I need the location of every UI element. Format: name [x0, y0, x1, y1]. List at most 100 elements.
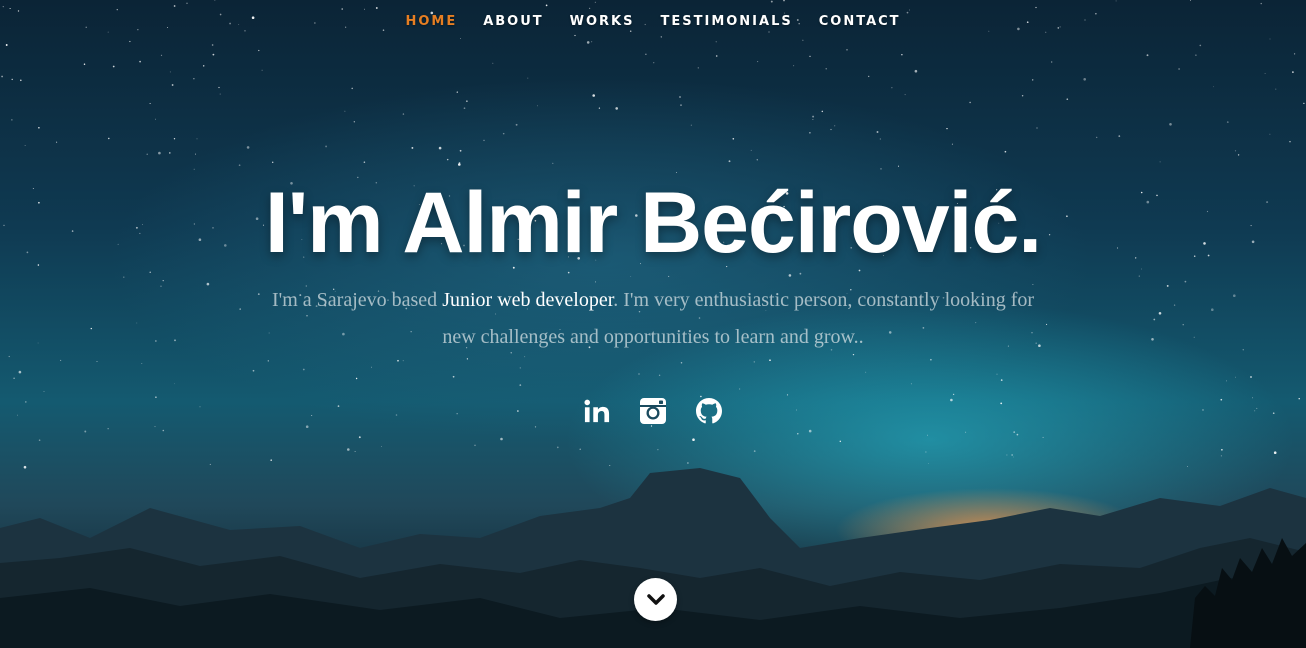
star [1182, 324, 1184, 326]
star [83, 63, 86, 66]
star [904, 94, 906, 96]
star [341, 8, 343, 10]
star [1233, 294, 1236, 298]
star [1146, 54, 1149, 57]
star [1234, 150, 1237, 152]
nav-item-works[interactable]: WORKS [557, 14, 648, 29]
star [579, 448, 581, 450]
star [2, 5, 4, 8]
star [20, 79, 22, 82]
star [1199, 44, 1202, 47]
star [552, 162, 554, 165]
star [381, 446, 382, 448]
star [1042, 436, 1044, 438]
star [438, 146, 442, 150]
star [116, 9, 118, 11]
star [680, 362, 683, 364]
star [1260, 2, 1262, 5]
star [11, 119, 13, 121]
star [8, 355, 10, 358]
star [926, 434, 928, 436]
star [909, 9, 910, 11]
star [9, 7, 11, 10]
star [466, 100, 468, 102]
star [137, 29, 139, 31]
star [56, 141, 58, 143]
star [364, 8, 366, 10]
nav-item-testimonials[interactable]: TESTIMONIALS [648, 14, 806, 29]
star [1036, 127, 1038, 129]
star [687, 462, 689, 464]
star [879, 138, 881, 140]
star [211, 44, 214, 46]
star [658, 374, 661, 376]
star [363, 161, 366, 163]
star [354, 451, 356, 452]
github-link[interactable] [696, 394, 722, 428]
star [732, 138, 735, 140]
star [139, 60, 141, 63]
star [1066, 98, 1069, 101]
star [261, 69, 263, 71]
nav-item-contact[interactable]: CONTACT [806, 14, 914, 29]
star [397, 359, 399, 362]
star [1195, 54, 1197, 56]
intro-highlight-role: Junior web developer [442, 289, 614, 311]
instagram-link[interactable] [640, 394, 666, 428]
star [739, 388, 741, 390]
nav-item-about[interactable]: ABOUT [470, 14, 556, 29]
star [174, 339, 176, 342]
star [524, 356, 526, 358]
star [809, 132, 811, 134]
star [60, 359, 62, 361]
star [1151, 338, 1154, 341]
star [1293, 53, 1296, 55]
star [753, 361, 755, 363]
star [149, 102, 151, 105]
star [5, 44, 8, 46]
star [193, 78, 195, 80]
star [839, 440, 842, 443]
star [615, 107, 618, 110]
star [375, 7, 378, 9]
star [821, 110, 824, 113]
star [1303, 102, 1305, 105]
star [18, 370, 22, 374]
star [1032, 79, 1034, 81]
star [238, 164, 241, 167]
star [910, 383, 912, 385]
star [459, 149, 462, 152]
star [358, 436, 361, 439]
star [90, 327, 93, 330]
star [492, 62, 494, 64]
star [146, 153, 148, 155]
scroll-down-button[interactable] [634, 578, 677, 621]
star [680, 104, 682, 106]
star [783, 0, 785, 2]
instagram-icon [640, 398, 666, 424]
star [692, 438, 695, 442]
star [13, 377, 15, 379]
star [1213, 86, 1215, 88]
star [402, 360, 404, 362]
star [1016, 433, 1019, 436]
nav-item-home[interactable]: HOME [392, 14, 470, 29]
star [107, 428, 109, 430]
star [825, 68, 827, 70]
star [812, 119, 814, 121]
star [1169, 123, 1172, 126]
star [1004, 150, 1007, 153]
star [588, 7, 591, 10]
chevron-down-icon [646, 593, 665, 605]
star [244, 30, 246, 32]
linkedin-link[interactable] [584, 394, 610, 428]
star [515, 123, 518, 126]
star [258, 49, 260, 52]
star [460, 37, 461, 39]
star [527, 77, 529, 79]
star [697, 67, 699, 69]
star [1013, 431, 1016, 433]
star [351, 87, 353, 90]
star [545, 4, 548, 7]
star [214, 0, 216, 1]
